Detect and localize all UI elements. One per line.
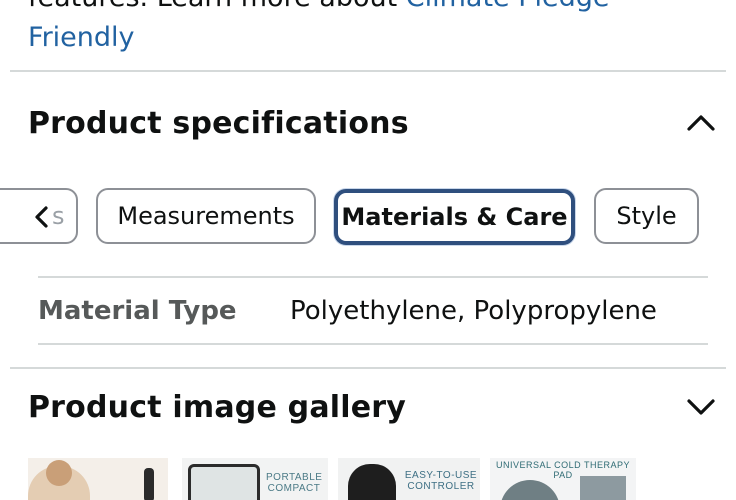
gallery-thumbnail[interactable]: EASY-TO-USE CONTROLER (338, 458, 480, 500)
spec-row-material-type: Material Type Polyethylene, Polypropylen… (38, 278, 708, 344)
spec-value: Polyethylene, Polypropylene (290, 296, 657, 326)
specs-header[interactable]: Product specifications (28, 98, 718, 148)
tab-measurements-label: Measurements (117, 202, 295, 230)
divider (10, 367, 726, 369)
thumbnail-caption: EASY-TO-USE CONTROLER (404, 470, 478, 492)
gallery-thumbnail[interactable]: UNIVERSAL COLD THERAPY PAD (490, 458, 636, 500)
head-image (46, 460, 72, 486)
chevron-down-icon[interactable] (684, 390, 718, 424)
divider (10, 70, 726, 72)
row-divider (38, 343, 708, 345)
gallery-title: Product image gallery (28, 389, 407, 425)
gallery-thumbnail[interactable]: PORTABLE COMPACT (182, 458, 328, 500)
pad-image (500, 480, 560, 500)
chevron-left-icon[interactable] (28, 202, 54, 232)
gallery-thumbnail[interactable] (28, 458, 168, 500)
pad-image (580, 476, 626, 500)
tab-materials-care[interactable]: Materials & Care (334, 189, 575, 245)
tab-measurements[interactable]: Measurements (96, 188, 316, 244)
spec-key: Material Type (38, 296, 237, 326)
friendly-link[interactable]: Friendly (28, 22, 135, 53)
device-image (144, 468, 154, 500)
specs-title: Product specifications (28, 105, 409, 141)
tab-materials-care-label: Materials & Care (341, 203, 568, 231)
gallery-header[interactable]: Product image gallery (28, 382, 718, 432)
bag-image (188, 464, 260, 500)
tab-style-label: Style (616, 202, 677, 230)
page: features. Learn more about Climate Pledg… (0, 0, 736, 500)
note-text: features. Learn more about (28, 0, 406, 13)
tab-style[interactable]: Style (594, 188, 699, 244)
thumbnail-caption: PORTABLE COMPACT (266, 472, 323, 494)
climate-pledge-link[interactable]: Climate Pledge (406, 0, 610, 13)
spec-tabs: s Measurements Materials & Care Style (0, 188, 736, 248)
chevron-up-icon[interactable] (684, 106, 718, 140)
cooler-image (348, 464, 396, 500)
climate-pledge-note: features. Learn more about Climate Pledg… (28, 0, 610, 58)
